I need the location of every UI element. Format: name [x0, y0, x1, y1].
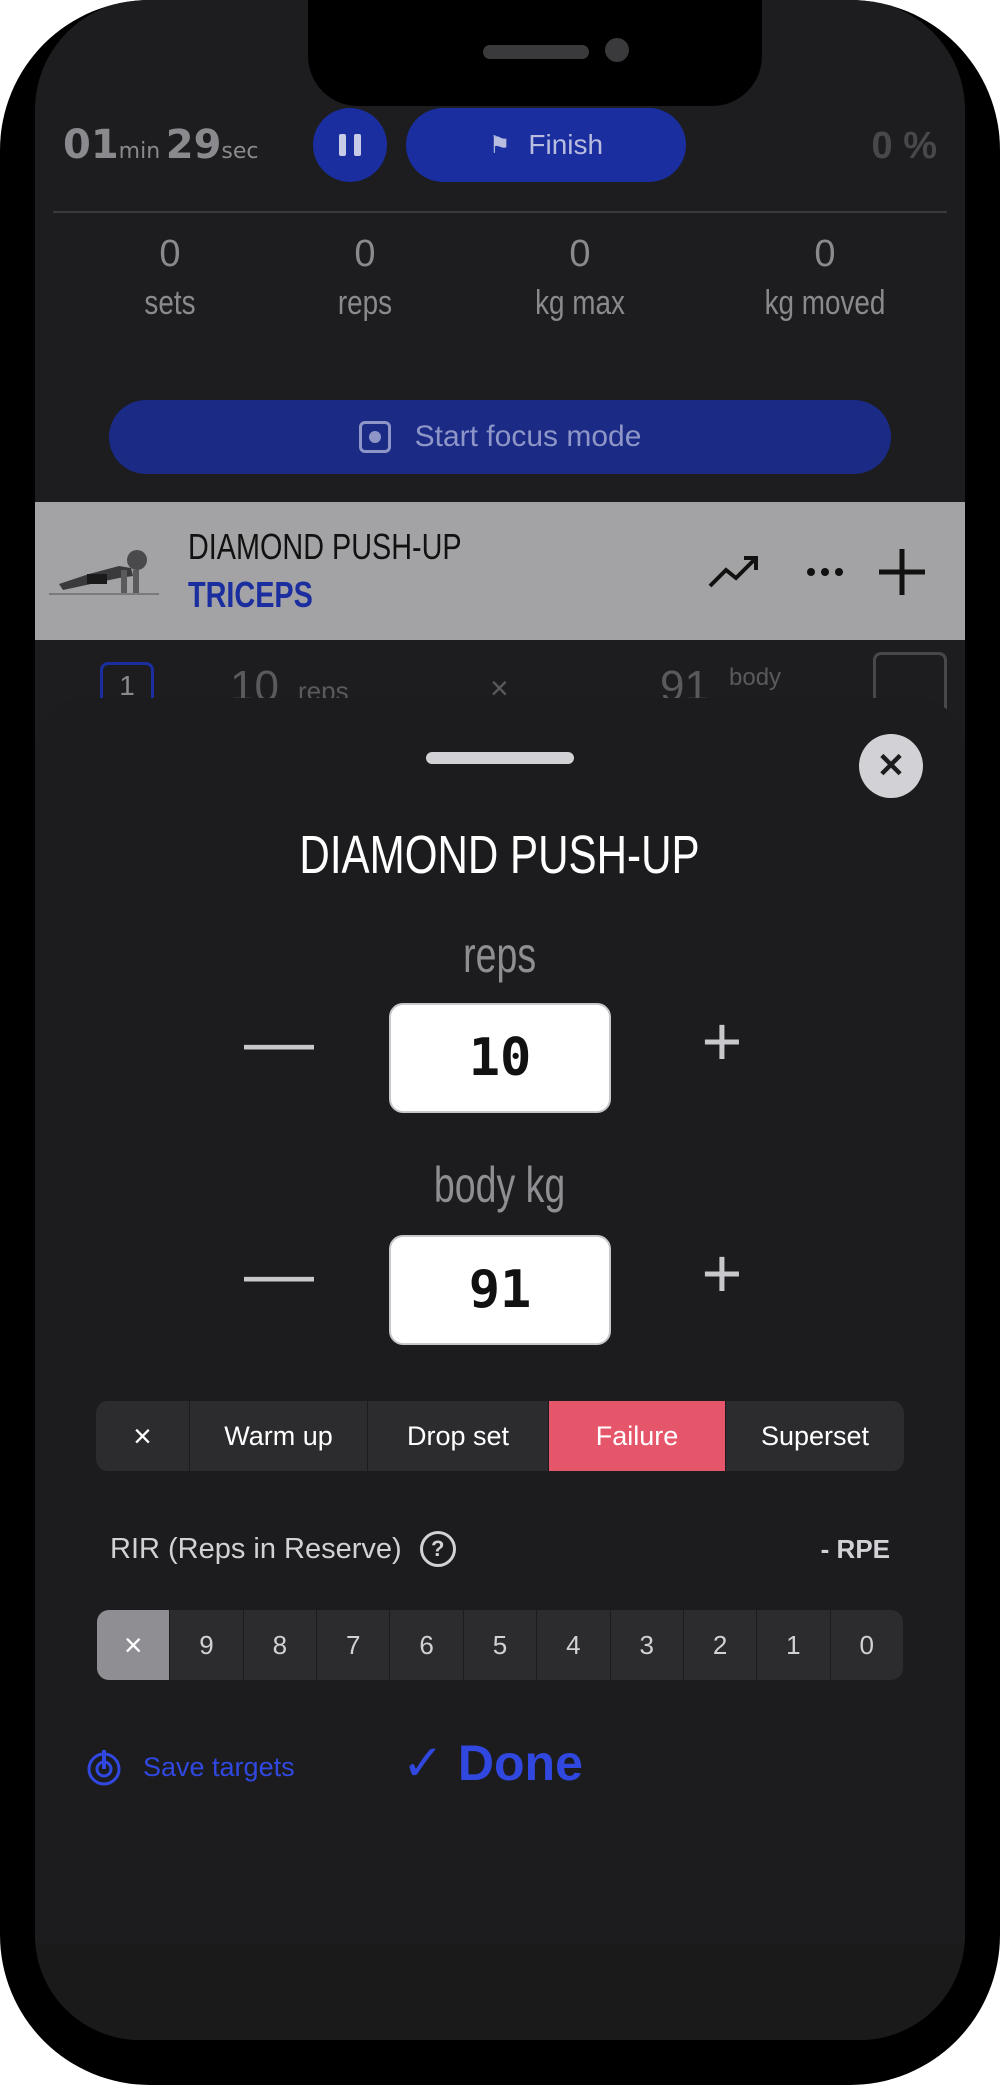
rir-option-6[interactable]: 6 — [390, 1610, 464, 1680]
set-type-drop-set[interactable]: Drop set — [368, 1401, 549, 1471]
set-row[interactable]: 1 10 reps × 91 body — [35, 640, 965, 722]
save-targets-label: Save targets — [143, 1751, 295, 1782]
timer-min-unit: min — [118, 139, 161, 164]
target-icon — [87, 1750, 121, 1786]
reps-label: reps — [35, 926, 965, 984]
stat-value: 0 — [159, 233, 181, 275]
phone-frame: 01min 29sec ⚑ Finish 0 % 0 sets 0 reps 0… — [0, 0, 1000, 2085]
weight-label-text: body kg — [434, 1157, 566, 1213]
stat-kg-max: 0 kg max — [495, 233, 665, 323]
stat-label: kg moved — [764, 284, 886, 322]
weight-label: body kg — [35, 1156, 965, 1214]
workout-timer: 01min 29sec — [63, 122, 259, 168]
set-weight-unit: body — [729, 664, 782, 691]
rir-label-text: RIR (Reps in Reserve) — [110, 1532, 402, 1565]
rir-option-none[interactable]: × — [97, 1610, 171, 1680]
app-screen: 01min 29sec ⚑ Finish 0 % 0 sets 0 reps 0… — [35, 0, 965, 2040]
sheet-title: DIAMOND PUSH-UP — [35, 824, 965, 886]
save-targets-button[interactable]: Save targets — [85, 1748, 295, 1786]
start-focus-mode-button[interactable]: Start focus mode — [109, 400, 891, 474]
stat-value: 0 — [569, 233, 591, 275]
pause-icon-bar — [354, 134, 361, 156]
more-icon[interactable] — [805, 566, 845, 578]
drag-handle[interactable] — [426, 752, 574, 764]
close-button[interactable]: ✕ — [859, 734, 923, 798]
stat-label: kg max — [535, 284, 625, 322]
set-type-none[interactable]: × — [96, 1401, 190, 1471]
exercise-thumbnail — [49, 550, 159, 595]
progress-percent: 0 % — [871, 125, 937, 167]
exercise-muscle: TRICEPS — [188, 574, 313, 615]
exercise-name: DIAMOND PUSH-UP — [188, 526, 462, 567]
weight-input[interactable]: 91 — [389, 1235, 611, 1345]
stat-value: 0 — [354, 233, 376, 275]
stat-label: sets — [144, 284, 196, 322]
exercise-row[interactable]: DIAMOND PUSH-UP TRICEPS — [35, 502, 965, 640]
stat-reps: 0 reps — [300, 233, 430, 323]
notch — [308, 0, 762, 106]
set-type-warm-up[interactable]: Warm up — [190, 1401, 368, 1471]
rir-selector: × 9 8 7 6 5 4 3 2 1 0 — [97, 1610, 903, 1680]
reps-label-text: reps — [463, 927, 537, 983]
rir-option-9[interactable]: 9 — [170, 1610, 244, 1680]
focus-icon — [358, 421, 391, 453]
reps-increment-button[interactable]: + — [687, 1006, 757, 1078]
close-icon: ✕ — [876, 747, 906, 785]
pause-button[interactable] — [313, 108, 387, 182]
stat-label: reps — [337, 284, 393, 322]
stat-kg-moved: 0 kg moved — [715, 233, 935, 323]
divider — [53, 211, 947, 213]
add-icon[interactable] — [877, 547, 927, 597]
rir-option-7[interactable]: 7 — [317, 1610, 391, 1680]
timer-sec-unit: sec — [221, 139, 259, 164]
weight-increment-button[interactable]: + — [687, 1238, 757, 1310]
edit-set-sheet: ✕ DIAMOND PUSH-UP reps — 10 + body kg — … — [35, 698, 965, 1943]
stat-sets: 0 sets — [105, 233, 235, 323]
set-type-superset[interactable]: Superset — [726, 1401, 904, 1471]
reps-input[interactable]: 10 — [389, 1003, 611, 1113]
rir-option-5[interactable]: 5 — [464, 1610, 538, 1680]
checkmark-icon: ✓ — [402, 1735, 444, 1791]
rir-option-3[interactable]: 3 — [611, 1610, 684, 1680]
timer-minutes: 01 — [63, 122, 119, 168]
done-button[interactable]: ✓ Done — [402, 1734, 583, 1792]
flag-icon: ⚑ — [488, 131, 511, 159]
weight-decrement-button[interactable]: — — [244, 1238, 314, 1310]
bottom-bar — [35, 1943, 965, 2040]
finish-button[interactable]: ⚑ Finish — [406, 108, 686, 182]
rir-label: RIR (Reps in Reserve) ? — [110, 1531, 456, 1567]
trend-up-icon[interactable] — [708, 554, 760, 590]
stat-value: 0 — [814, 233, 836, 275]
rir-option-8[interactable]: 8 — [244, 1610, 318, 1680]
set-type-failure[interactable]: Failure — [549, 1401, 726, 1471]
done-label: Done — [457, 1735, 583, 1791]
focus-label: Start focus mode — [414, 420, 642, 453]
rpe-toggle[interactable]: - RPE — [821, 1534, 890, 1565]
help-icon[interactable]: ? — [419, 1531, 456, 1567]
rir-option-0[interactable]: 0 — [831, 1610, 903, 1680]
camera — [605, 38, 629, 62]
set-type-selector: × Warm up Drop set Failure Superset — [96, 1401, 904, 1471]
rir-option-1[interactable]: 1 — [757, 1610, 831, 1680]
reps-decrement-button[interactable]: — — [244, 1006, 314, 1078]
pause-icon — [339, 134, 346, 156]
rir-option-2[interactable]: 2 — [684, 1610, 758, 1680]
rir-option-4[interactable]: 4 — [537, 1610, 611, 1680]
speaker — [483, 45, 589, 59]
sheet-title-text: DIAMOND PUSH-UP — [299, 825, 701, 885]
timer-seconds: 29 — [165, 122, 222, 168]
finish-label: Finish — [528, 129, 604, 160]
